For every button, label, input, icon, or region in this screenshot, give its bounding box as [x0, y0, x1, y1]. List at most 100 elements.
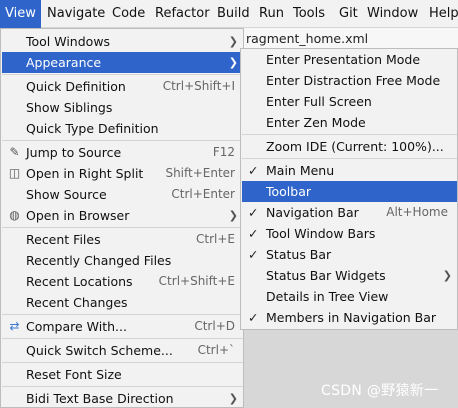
menu-item-show-source[interactable]: Show Source Ctrl+Enter: [2, 184, 243, 205]
menu-navigate[interactable]: Navigate: [42, 0, 110, 28]
menu-item-enter-full-screen[interactable]: Enter Full Screen: [242, 91, 457, 112]
shortcut-label: F12: [212, 145, 235, 159]
menu-item-compare-with[interactable]: ⇄ Compare With... Ctrl+D: [2, 316, 243, 337]
menu-item-label: Show Siblings: [26, 100, 113, 115]
editor-tab-label[interactable]: ragment_home.xml: [246, 31, 368, 46]
shortcut-label: Ctrl+Shift+I: [162, 79, 235, 93]
menu-item-label: Navigation Bar: [266, 205, 359, 220]
checkmark-icon: ✓: [248, 310, 259, 325]
menu-item-label: Enter Distraction Free Mode: [266, 73, 441, 88]
submenu-arrow-icon: ❯: [228, 209, 238, 222]
menu-item-appearance[interactable]: Appearance ❯: [2, 52, 243, 73]
menu-item-label: Recent Locations: [26, 274, 133, 289]
menu-item-label: Quick Definition: [26, 79, 126, 94]
menu-view[interactable]: View: [0, 0, 41, 28]
menu-item-recent-files[interactable]: Recent Files Ctrl+E: [2, 229, 243, 250]
menu-item-enter-presentation-mode[interactable]: Enter Presentation Mode: [242, 49, 457, 70]
menu-item-recent-locations[interactable]: Recent Locations Ctrl+Shift+E: [2, 271, 243, 292]
menu-item-label: Compare With...: [26, 319, 127, 334]
menu-item-label: Jump to Source: [26, 145, 122, 160]
menu-item-label: Show Source: [26, 187, 107, 202]
appearance-submenu: Enter Presentation Mode Enter Distractio…: [240, 48, 458, 330]
menu-git[interactable]: Git: [334, 0, 363, 28]
shortcut-label: Ctrl+Shift+E: [158, 274, 235, 288]
menu-item-toolbar[interactable]: Toolbar: [242, 181, 457, 202]
view-menu: Tool Windows ❯ Appearance ❯ Quick Defini…: [0, 28, 244, 408]
submenu-arrow-icon: ❯: [228, 35, 238, 48]
menu-item-open-in-right-split[interactable]: ◫ Open in Right Split Shift+Enter: [2, 163, 243, 184]
menu-window[interactable]: Window: [362, 0, 423, 28]
menu-item-status-bar[interactable]: ✓ Status Bar: [242, 244, 457, 265]
menu-separator: [2, 314, 243, 315]
menu-separator: [2, 140, 243, 141]
menu-item-label: Members in Navigation Bar: [266, 310, 437, 325]
checkmark-icon: ✓: [248, 163, 259, 178]
menu-item-tool-window-bars[interactable]: ✓ Tool Window Bars: [242, 223, 457, 244]
submenu-arrow-icon: ❯: [228, 56, 238, 69]
shortcut-label: Ctrl+D: [194, 319, 235, 333]
menu-item-jump-to-source[interactable]: ✎ Jump to Source F12: [2, 142, 243, 163]
menu-item-label: Quick Switch Scheme...: [26, 343, 173, 358]
menu-item-open-in-browser[interactable]: ◍ Open in Browser ❯: [2, 205, 243, 226]
menu-item-quick-switch-scheme[interactable]: Quick Switch Scheme... Ctrl+`: [2, 340, 243, 361]
globe-icon: ◍: [9, 208, 20, 222]
submenu-arrow-icon: ❯: [442, 269, 452, 282]
menu-separator: [2, 386, 243, 387]
shortcut-label: Shift+Enter: [165, 166, 235, 180]
menu-item-label: Toolbar: [266, 184, 312, 199]
menu-item-label: Quick Type Definition: [26, 121, 159, 136]
menu-item-enter-distraction-free-mode[interactable]: Enter Distraction Free Mode: [242, 70, 457, 91]
menu-item-show-siblings[interactable]: Show Siblings: [2, 97, 243, 118]
menu-item-label: Recent Files: [26, 232, 101, 247]
menu-item-label: Status Bar Widgets: [266, 268, 386, 283]
menu-item-label: Main Menu: [266, 163, 335, 178]
shortcut-label: Alt+Home: [386, 205, 448, 219]
menu-item-enter-zen-mode[interactable]: Enter Zen Mode: [242, 112, 457, 133]
main-menu-bar: View Navigate Code Refactor Build Run To…: [0, 0, 458, 28]
menu-item-label: Status Bar: [266, 247, 332, 262]
menu-separator: [242, 134, 457, 135]
menu-item-bidi-text-base-direction[interactable]: Bidi Text Base Direction ❯: [2, 388, 243, 408]
menu-item-label: Open in Browser: [26, 208, 130, 223]
menu-item-label: Reset Font Size: [26, 367, 122, 382]
menu-item-label: Enter Zen Mode: [266, 115, 366, 130]
menu-item-details-in-tree-view[interactable]: Details in Tree View: [242, 286, 457, 307]
menu-item-label: Enter Full Screen: [266, 94, 372, 109]
checkmark-icon: ✓: [248, 226, 259, 241]
menu-item-tool-windows[interactable]: Tool Windows ❯: [2, 31, 243, 52]
menu-separator: [2, 338, 243, 339]
menu-build[interactable]: Build: [212, 0, 255, 28]
menu-item-navigation-bar[interactable]: ✓ Navigation Bar Alt+Home: [242, 202, 457, 223]
checkmark-icon: ✓: [248, 247, 259, 262]
shortcut-label: Ctrl+`: [197, 343, 235, 357]
shortcut-label: Ctrl+E: [196, 232, 235, 246]
menu-run[interactable]: Run: [254, 0, 289, 28]
menu-item-label: Recently Changed Files: [26, 253, 172, 268]
compare-arrows-icon: ⇄: [9, 319, 20, 333]
menu-item-main-menu[interactable]: ✓ Main Menu: [242, 160, 457, 181]
menu-code[interactable]: Code: [107, 0, 150, 28]
menu-item-zoom-ide[interactable]: Zoom IDE (Current: 100%)...: [242, 136, 457, 157]
watermark: CSDN @野猿新一: [321, 383, 439, 399]
menu-item-label: Open in Right Split: [26, 166, 144, 181]
menu-item-quick-type-definition[interactable]: Quick Type Definition: [2, 118, 243, 139]
menu-separator: [2, 227, 243, 228]
menu-separator: [242, 158, 457, 159]
shortcut-label: Ctrl+Enter: [171, 187, 235, 201]
menu-item-recent-changes[interactable]: Recent Changes: [2, 292, 243, 313]
menu-item-label: Tool Windows: [26, 34, 111, 49]
menu-help[interactable]: Help: [424, 0, 458, 28]
menu-item-members-in-navigation-bar[interactable]: ✓ Members in Navigation Bar: [242, 307, 457, 328]
menu-refactor[interactable]: Refactor: [150, 0, 215, 28]
menu-item-status-bar-widgets[interactable]: Status Bar Widgets ❯: [242, 265, 457, 286]
menu-item-label: Recent Changes: [26, 295, 128, 310]
menu-item-recently-changed-files[interactable]: Recently Changed Files: [2, 250, 243, 271]
menu-item-label: Appearance: [26, 55, 102, 70]
split-window-icon: ◫: [8, 166, 21, 180]
menu-separator: [2, 74, 243, 75]
submenu-arrow-icon: ❯: [228, 392, 238, 405]
menu-tools[interactable]: Tools: [288, 0, 330, 28]
pencil-icon: ✎: [9, 145, 20, 159]
menu-item-quick-definition[interactable]: Quick Definition Ctrl+Shift+I: [2, 76, 243, 97]
menu-item-reset-font-size[interactable]: Reset Font Size: [2, 364, 243, 385]
